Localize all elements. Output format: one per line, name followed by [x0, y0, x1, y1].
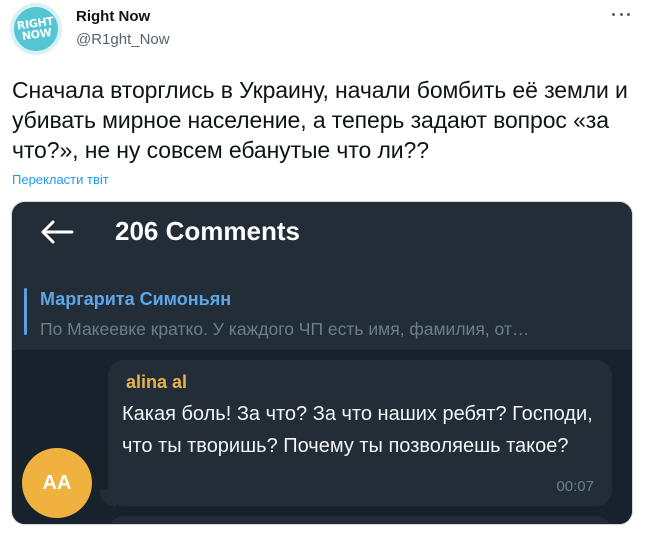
- message-time: 00:07: [556, 478, 594, 495]
- reply-snippet: По Макеевке кратко. У каждого ЧП есть им…: [40, 319, 530, 339]
- more-horizontal-icon[interactable]: [609, 4, 633, 24]
- dot: [612, 12, 615, 16]
- message-bubble[interactable]: alina al Какая боль! За что? За что наши…: [108, 360, 612, 506]
- comments-header: 206 Comments: [12, 202, 632, 262]
- translate-tweet-link[interactable]: Перекласти твіт: [12, 172, 109, 187]
- arrow-left-icon[interactable]: [40, 220, 74, 244]
- dot: [627, 12, 630, 16]
- message-text: Какая боль! За что? За что наших ребят? …: [122, 403, 593, 457]
- next-message-bubble: [108, 516, 612, 524]
- tweet: RIGHT NOW Right Now @R1ght_Now Сначала в…: [0, 0, 650, 537]
- reply-author: Маргарита Симоньян: [40, 289, 232, 309]
- user-handle[interactable]: @R1ght_Now: [76, 31, 170, 48]
- comments-title: 206 Comments: [115, 216, 300, 246]
- display-name[interactable]: Right Now: [76, 8, 150, 25]
- message-area: alina al Какая боль! За что? За что наши…: [12, 350, 632, 524]
- attached-image[interactable]: 206 Comments Маргарита Симоньян По Макее…: [11, 201, 633, 525]
- message-sender: alina al: [126, 372, 188, 392]
- pinned-reply[interactable]: Маргарита Симоньян По Макеевке кратко. У…: [12, 262, 632, 350]
- sender-avatar[interactable]: AA: [22, 448, 92, 518]
- profile-avatar-logo: RIGHT NOW: [11, 4, 61, 54]
- tweet-text: Сначала вторглись в Украину, начали бомб…: [12, 77, 628, 163]
- avatar-logo-line-2: NOW: [21, 25, 53, 43]
- profile-avatar[interactable]: RIGHT NOW: [10, 3, 62, 55]
- dot: [619, 12, 623, 16]
- reply-accent-bar: [24, 288, 27, 335]
